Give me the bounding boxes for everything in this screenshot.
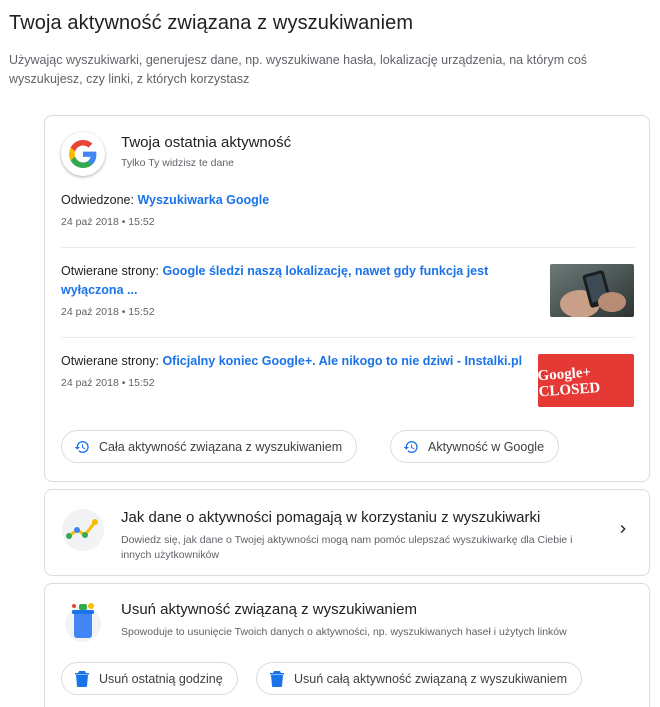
history-icon xyxy=(74,439,90,455)
all-search-activity-label: Cała aktywność związana z wyszukiwaniem xyxy=(99,439,343,454)
activity-chart-icon xyxy=(61,508,105,552)
recent-activity-heading: Twoja ostatnia aktywność xyxy=(121,134,292,151)
delete-activity-heading: Usuń aktywność związaną z wyszukiwaniem xyxy=(121,601,417,618)
delete-last-hour-label: Usuń ostatnią godzinę xyxy=(99,671,223,686)
trash-icon xyxy=(269,670,285,687)
recent-activity-card: Twoja ostatnia aktywność Tylko Ty widzis… xyxy=(44,115,650,482)
delete-activity-description: Spowoduje to usunięcie Twoich danych o a… xyxy=(121,626,567,638)
trash-illustration-icon xyxy=(61,598,105,642)
recent-activity-subtitle: Tylko Ty widzisz te dane xyxy=(121,157,235,169)
activity-helps-description: Dowiedz się, jak dane o Twojej aktywnośc… xyxy=(121,534,573,561)
entry-link[interactable]: Oficjalny koniec Google+. Ale nikogo to … xyxy=(162,354,522,368)
history-icon xyxy=(403,439,419,455)
trash-icon xyxy=(74,670,90,687)
divider xyxy=(61,337,635,338)
entry-prefix: Otwierane strony: xyxy=(61,264,159,278)
entry-prefix: Odwiedzone: xyxy=(61,193,134,207)
delete-all-activity-label: Usuń całą aktywność związaną z wyszukiwa… xyxy=(294,671,568,686)
entry-prefix: Otwierane strony: xyxy=(61,354,159,368)
delete-activity-card: Usuń aktywność związaną z wyszukiwaniem … xyxy=(44,583,650,707)
page-title: Twoja aktywność związana z wyszukiwaniem xyxy=(9,12,414,34)
divider xyxy=(61,247,635,248)
activity-helps-heading: Jak dane o aktywności pomagają w korzyst… xyxy=(121,509,541,526)
google-activity-button[interactable]: Aktywność w Google xyxy=(390,430,560,463)
google-logo-icon xyxy=(61,132,105,176)
chevron-right-icon xyxy=(615,521,631,537)
page-description: Używając wyszukiwarki, generujesz dane, … xyxy=(9,53,588,86)
article-thumbnail-phone[interactable] xyxy=(550,264,634,317)
entry-date: 24 paź 2018 • 15:52 xyxy=(61,216,155,228)
activity-entry: Otwierane strony: Google śledzi naszą lo… xyxy=(61,262,531,318)
activity-entry: Odwiedzone: Wyszukiwarka Google 24 paź 2… xyxy=(61,191,635,228)
all-search-activity-button[interactable]: Cała aktywność związana z wyszukiwaniem xyxy=(61,430,358,463)
entry-link[interactable]: Wyszukiwarka Google xyxy=(137,193,269,207)
thumbnail-text: Google+ CLOSED xyxy=(538,364,601,400)
delete-all-activity-button[interactable]: Usuń całą aktywność związaną z wyszukiwa… xyxy=(256,662,583,695)
activity-entry: Otwierane strony: Oficjalny koniec Googl… xyxy=(61,352,531,389)
google-activity-label: Aktywność w Google xyxy=(428,439,545,454)
entry-date: 24 paź 2018 • 15:52 xyxy=(61,306,155,318)
delete-last-hour-button[interactable]: Usuń ostatnią godzinę xyxy=(61,662,238,695)
article-thumbnail-google-plus[interactable]: Google+ CLOSED xyxy=(538,354,634,407)
entry-date: 24 paź 2018 • 15:52 xyxy=(61,377,155,389)
activity-helps-card[interactable]: Jak dane o aktywności pomagają w korzyst… xyxy=(44,489,650,576)
